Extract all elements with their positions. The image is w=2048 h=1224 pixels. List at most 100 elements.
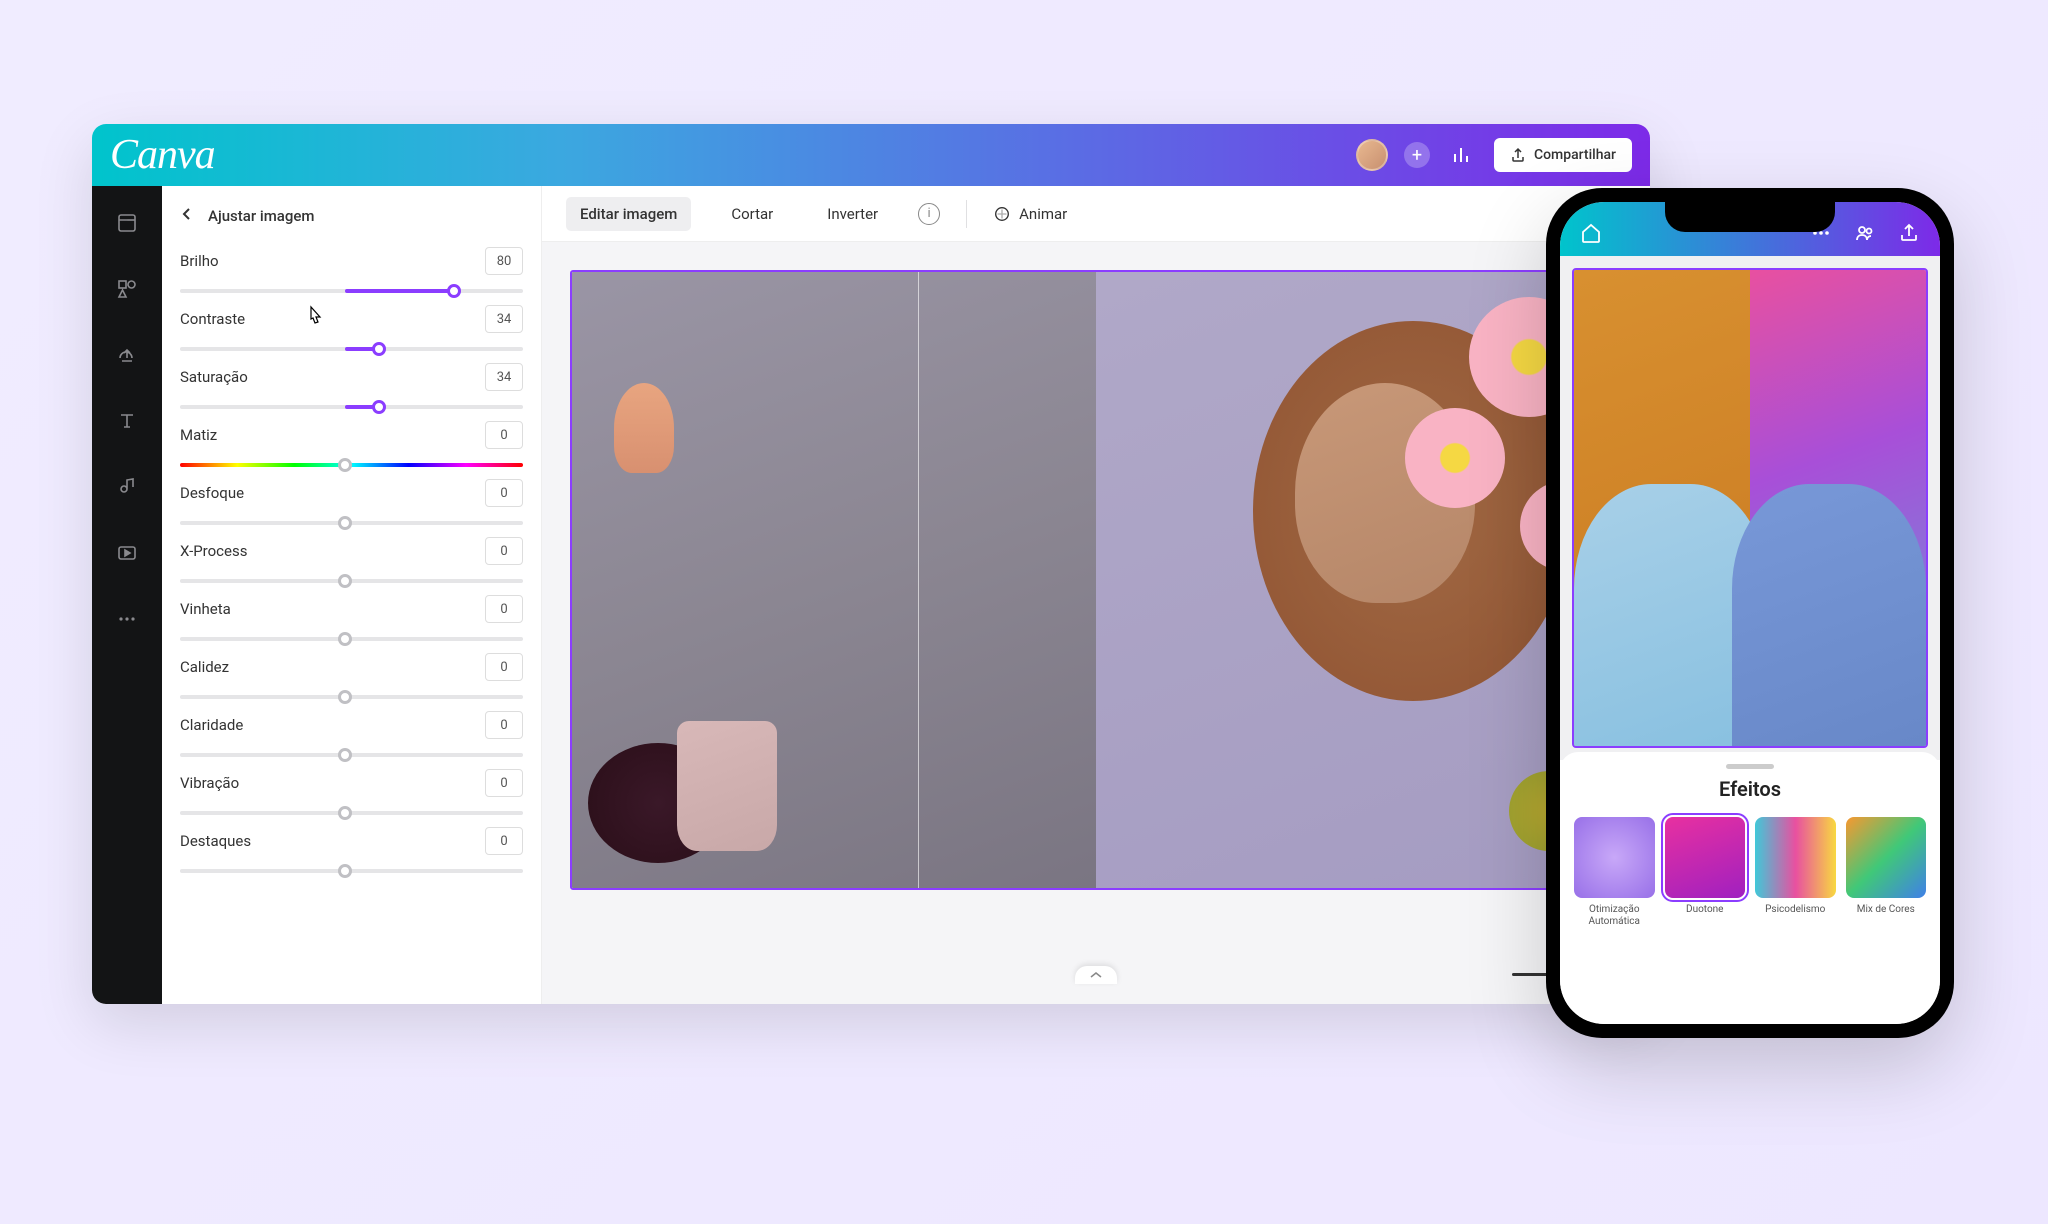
split-divider[interactable] xyxy=(918,272,919,888)
video-icon[interactable] xyxy=(114,540,140,566)
canvas-viewport[interactable] xyxy=(542,242,1650,1004)
expand-handle[interactable] xyxy=(1075,966,1117,984)
phone-canvas[interactable] xyxy=(1560,256,1940,760)
slider-row: Vinheta 0 xyxy=(180,595,523,641)
app-body: Ajustar imagem Brilho80Contraste34Satura… xyxy=(92,186,1650,1004)
info-icon[interactable]: i xyxy=(918,203,940,225)
effect-thumbnail xyxy=(1665,817,1746,898)
slider-thumb[interactable] xyxy=(338,632,352,646)
panel-title: Ajustar imagem xyxy=(208,207,314,225)
insights-icon[interactable] xyxy=(1446,139,1478,171)
slider-track[interactable] xyxy=(180,405,523,409)
image-before xyxy=(572,272,1096,888)
sliders-list: Brilho80Contraste34Saturação34Matiz0Desf… xyxy=(162,241,541,1004)
add-button[interactable]: + xyxy=(1404,142,1430,168)
slider-label: Saturação xyxy=(180,368,248,386)
slider-value[interactable]: 0 xyxy=(485,711,523,739)
panel-header: Ajustar imagem xyxy=(162,186,541,241)
effect-label: Otimização Automática xyxy=(1574,904,1655,928)
slider-row: Claridade 0 xyxy=(180,711,523,757)
slider-label: Matiz xyxy=(180,426,217,444)
adjust-panel: Ajustar imagem Brilho80Contraste34Satura… xyxy=(162,186,542,1004)
titlebar-actions: + Compartilhar xyxy=(1356,138,1632,172)
side-rail xyxy=(92,186,162,1004)
crop-button[interactable]: Cortar xyxy=(717,197,787,231)
effect-item[interactable]: Mix de Cores xyxy=(1846,817,1927,928)
text-icon[interactable] xyxy=(114,408,140,434)
slider-label: Vibração xyxy=(180,774,239,792)
slider-track[interactable] xyxy=(180,811,523,815)
slider-track[interactable] xyxy=(180,753,523,757)
slider-track[interactable] xyxy=(180,463,523,467)
slider-thumb[interactable] xyxy=(338,458,352,472)
uploads-icon[interactable] xyxy=(114,342,140,368)
selected-image[interactable] xyxy=(570,270,1622,890)
slider-thumb[interactable] xyxy=(447,284,461,298)
templates-icon[interactable] xyxy=(114,210,140,236)
slider-track[interactable] xyxy=(180,695,523,699)
slider-track[interactable] xyxy=(180,869,523,873)
slider-value[interactable]: 0 xyxy=(485,595,523,623)
slider-value[interactable]: 0 xyxy=(485,421,523,449)
slider-thumb[interactable] xyxy=(338,574,352,588)
slider-label: Claridade xyxy=(180,716,243,734)
sparkle-icon xyxy=(993,205,1011,223)
separator xyxy=(966,200,967,228)
slider-label: Vinheta xyxy=(180,600,231,618)
phone-image-before xyxy=(1574,270,1750,746)
flip-button[interactable]: Inverter xyxy=(813,197,892,231)
share-button[interactable]: Compartilhar xyxy=(1494,138,1632,172)
share-label: Compartilhar xyxy=(1534,147,1616,163)
slider-track[interactable] xyxy=(180,637,523,641)
slider-label: Contraste xyxy=(180,310,245,328)
back-chevron-icon[interactable] xyxy=(180,206,194,225)
slider-value[interactable]: 34 xyxy=(485,305,523,333)
slider-row: Vibração 0 xyxy=(180,769,523,815)
audio-icon[interactable] xyxy=(114,474,140,500)
effect-label: Mix de Cores xyxy=(1857,904,1915,916)
effect-label: Psicodelismo xyxy=(1765,904,1825,916)
slider-track[interactable] xyxy=(180,579,523,583)
slider-thumb[interactable] xyxy=(338,690,352,704)
slider-value[interactable]: 0 xyxy=(485,827,523,855)
effect-item[interactable]: Otimização Automática xyxy=(1574,817,1655,928)
slider-thumb[interactable] xyxy=(338,516,352,530)
slider-value[interactable]: 0 xyxy=(485,479,523,507)
slider-thumb[interactable] xyxy=(338,864,352,878)
slider-thumb[interactable] xyxy=(338,806,352,820)
drag-handle[interactable] xyxy=(1726,764,1774,769)
slider-value[interactable]: 80 xyxy=(485,247,523,275)
home-icon[interactable] xyxy=(1578,220,1604,246)
edit-image-button[interactable]: Editar imagem xyxy=(566,197,691,231)
upload-icon xyxy=(1510,147,1526,163)
slider-thumb[interactable] xyxy=(338,748,352,762)
effect-item[interactable]: Duotone xyxy=(1665,817,1746,928)
slider-thumb[interactable] xyxy=(372,342,386,356)
elements-icon[interactable] xyxy=(114,276,140,302)
collaborators-icon[interactable] xyxy=(1852,220,1878,246)
animate-button[interactable]: Animar xyxy=(993,205,1067,223)
slider-value[interactable]: 0 xyxy=(485,537,523,565)
user-avatar[interactable] xyxy=(1356,139,1388,171)
effects-title: Efeitos xyxy=(1560,777,1940,801)
effect-label: Duotone xyxy=(1686,904,1723,916)
effect-item[interactable]: Psicodelismo xyxy=(1755,817,1836,928)
more-icon[interactable] xyxy=(114,606,140,632)
slider-track[interactable] xyxy=(180,347,523,351)
slider-label: Destaques xyxy=(180,832,251,850)
effects-row: Otimização Automática Duotone Psicodelismo… xyxy=(1560,817,1940,928)
slider-row: X-Process0 xyxy=(180,537,523,583)
slider-row: Saturação 34 xyxy=(180,363,523,409)
slider-value[interactable]: 0 xyxy=(485,769,523,797)
slider-track[interactable] xyxy=(180,289,523,293)
slider-thumb[interactable] xyxy=(372,400,386,414)
effect-thumbnail xyxy=(1846,817,1927,898)
phone-notch xyxy=(1665,202,1835,232)
image-toolbar: Editar imagem Cortar Inverter i Animar xyxy=(542,186,1650,242)
slider-value[interactable]: 0 xyxy=(485,653,523,681)
phone-selected-image[interactable] xyxy=(1572,268,1928,748)
image-after xyxy=(1096,272,1620,888)
slider-value[interactable]: 34 xyxy=(485,363,523,391)
export-icon[interactable] xyxy=(1896,220,1922,246)
slider-track[interactable] xyxy=(180,521,523,525)
